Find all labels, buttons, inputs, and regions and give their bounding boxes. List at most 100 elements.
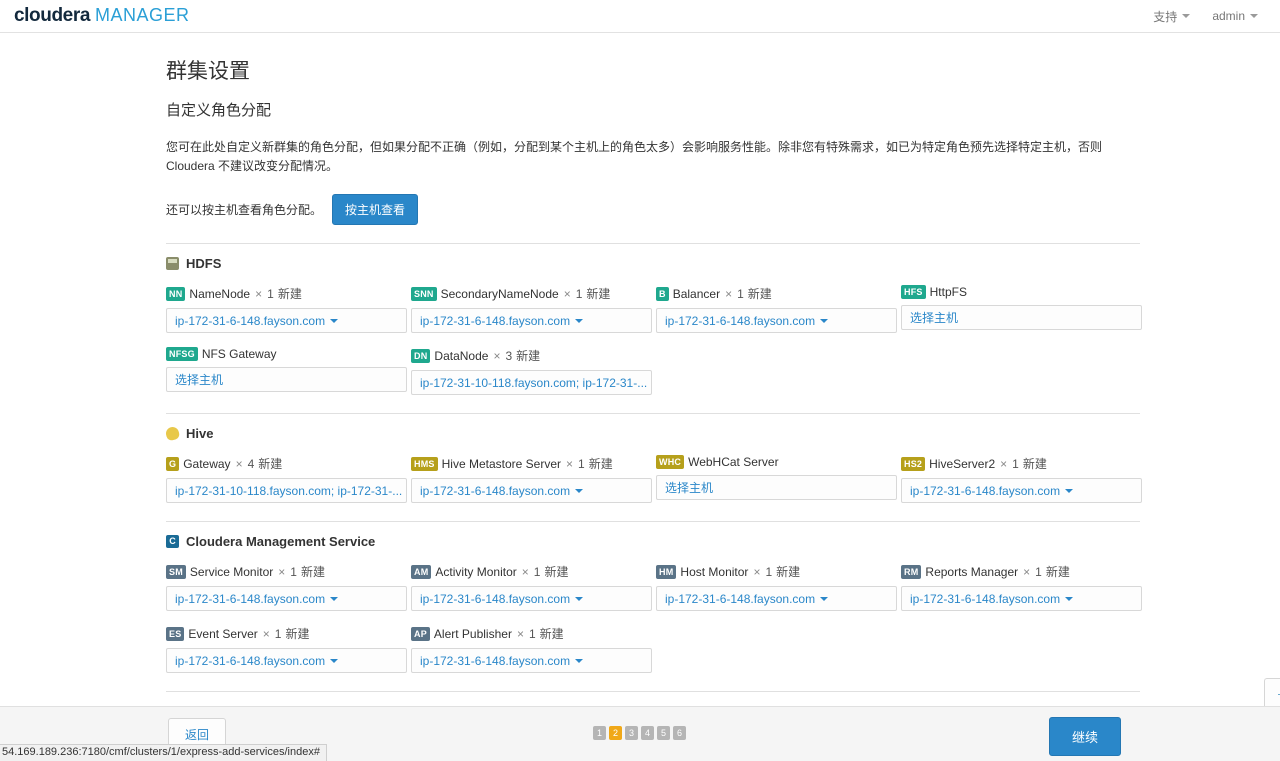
view-by-host-label: 还可以按主机查看角色分配。 (166, 203, 323, 217)
role-cell: GGateway × 4新建 ip-172-31-10-118.fayson.com;… (166, 455, 407, 517)
role-cell: HMS Hive Metastore Server × 1 新建 ip-172-31-6-… (411, 455, 652, 517)
role-label: B Balancer × 1 新建 (656, 285, 897, 302)
role-new-suffix: 新建 (1045, 565, 1070, 579)
support-menu[interactable]: 支持 (1153, 8, 1191, 25)
host-selector-value: ip-172-31-6-148.fayson.com (420, 591, 571, 606)
service-header: C Cloudera Management Service (166, 521, 1140, 549)
role-cell: HFS HttpFS 选择主机 (901, 285, 1142, 347)
role-label: DN DataNode × 3 新建 (411, 347, 652, 364)
role-abbr-badge: SM (166, 564, 186, 579)
role-count: 1 (737, 286, 744, 301)
host-selector[interactable]: ip-172-31-6-148.fayson.com (656, 308, 897, 333)
role-cell: NFSG NFS Gateway 选择主机 (166, 347, 407, 409)
role-abbr-badge: NFSG (166, 347, 198, 361)
pagination-step[interactable]: 1 (593, 726, 606, 740)
role-cell: AM Activity Monitor × 1 新建 ip-172-31-6-148.fa… (411, 563, 652, 625)
host-selector[interactable]: ip-172-31-6-148.fayson.com (166, 648, 407, 673)
chevron-down-icon (575, 488, 584, 493)
host-selector[interactable]: ip-172-31-6-148.fayson.com (901, 478, 1142, 503)
role-name: Balancer (672, 286, 721, 301)
host-selector-value: 选择主机 (175, 373, 224, 387)
role-count: 1 (274, 626, 282, 641)
service-block: HDFS NN NameNode × 1 新建 ip-172-31-6-148.fayson… (166, 243, 1142, 409)
user-menu[interactable]: admin (1212, 9, 1258, 23)
role-multiplier: × (725, 286, 733, 301)
host-selector-value: ip-172-31-6-148.fayson.com (175, 591, 326, 606)
role-abbr-badge: HS2 (901, 456, 926, 471)
role-cell: DN DataNode × 3 新建 ip-172-31-10-118.fayson.co… (411, 347, 652, 409)
continue-button[interactable]: 继续 (1049, 717, 1122, 756)
role-label: RM Reports Manager × 1 新建 (901, 563, 1142, 580)
role-count: 1 (575, 286, 583, 301)
host-selector[interactable]: 选择主机 (901, 305, 1142, 330)
role-new-suffix: 新建 (539, 627, 564, 641)
support-menu-label: 支持 (1153, 9, 1178, 24)
host-selector[interactable]: ip-172-31-6-148.fayson.com (656, 586, 897, 611)
pagination-step[interactable]: 5 (657, 726, 670, 740)
host-selector[interactable]: ip-172-31-6-148.fayson.com (411, 586, 652, 611)
host-selector[interactable]: ip-172-31-6-148.fayson.com (411, 648, 652, 673)
role-multiplier: × (493, 348, 501, 363)
role-new-suffix: 新建 (544, 565, 569, 579)
host-selector[interactable]: ip-172-31-6-148.fayson.com (166, 586, 407, 611)
role-assignment-grid: SM Service Monitor × 1 新建 ip-172-31-6-148.fay… (166, 563, 1142, 687)
role-label: ES Event Server × 1 新建 (166, 625, 407, 642)
role-abbr-badge: AP (411, 626, 430, 641)
services-container: HDFS NN NameNode × 1 新建 ip-172-31-6-148.fayson… (164, 243, 1142, 761)
role-multiplier: × (1023, 564, 1031, 579)
chevron-down-icon (330, 596, 339, 601)
role-name: Service Monitor (189, 564, 274, 579)
pagination-step[interactable]: 3 (625, 726, 638, 740)
host-selector[interactable]: ip-172-31-10-118.fayson.com; ip-172-31-.… (411, 370, 652, 395)
pagination-step[interactable]: 2 (609, 726, 622, 740)
cloudera-manager-logo[interactable]: cloudera MANAGER (14, 5, 190, 27)
chevron-down-icon (1065, 488, 1074, 493)
section-title: 自定义角色分配 (166, 102, 272, 119)
pagination-step[interactable]: 6 (673, 726, 686, 740)
status-bar-url: 54.169.189.236:7180/cmf/clusters/1/expre… (2, 746, 320, 758)
role-label: SM Service Monitor × 1 新建 (166, 563, 407, 580)
role-label: HFS HttpFS (901, 285, 1142, 299)
role-name: Alert Publisher (433, 626, 512, 641)
role-count: 1 (533, 564, 541, 579)
role-cell: ES Event Server × 1 新建 ip-172-31-6-148.fayson… (166, 625, 407, 687)
host-selector-value: ip-172-31-6-148.fayson.com (665, 591, 816, 606)
view-by-host-button[interactable]: 按主机查看 (332, 194, 419, 225)
role-abbr-badge: WHC (656, 455, 685, 469)
host-selector[interactable]: ip-172-31-6-148.fayson.com (411, 308, 652, 333)
role-multiplier: × (516, 626, 524, 641)
role-abbr-badge: DN (411, 348, 431, 363)
host-selector[interactable]: ip-172-31-10-118.fayson.com; ip-172-31-.… (166, 478, 407, 503)
pagination-step[interactable]: 4 (641, 726, 654, 740)
role-multiplier: × (255, 286, 263, 301)
role-multiplier: × (278, 564, 286, 579)
role-name: HttpFS (929, 285, 967, 299)
chevron-down-icon (330, 318, 339, 323)
host-selector-value: 选择主机 (665, 481, 714, 495)
role-new-suffix: 新建 (588, 457, 613, 471)
page-body: 群集设置 自定义角色分配 您可在此处自定义新群集的角色分配，但如果分配不正确（例… (0, 33, 1280, 761)
page-title: 群集设置 (166, 60, 250, 83)
role-name: Hive Metastore Server (441, 456, 561, 471)
chevron-down-icon (1250, 14, 1258, 18)
role-name: Reports Manager (925, 564, 1019, 579)
chevron-down-icon (575, 596, 584, 601)
role-abbr-badge: AM (411, 564, 432, 579)
role-count: 1 (528, 626, 536, 641)
host-selector[interactable]: ip-172-31-6-148.fayson.com (901, 586, 1142, 611)
hdfs-icon (166, 257, 179, 270)
role-cell: SNN SecondaryNameNode × 1 新建 ip-172-31-6-148.… (411, 285, 652, 347)
role-count: 1 (765, 564, 773, 579)
browser-status-bar: 54.169.189.236:7180/cmf/clusters/1/expre… (0, 744, 327, 761)
role-label: HM Host Monitor × 1 新建 (656, 563, 897, 580)
host-selector-value: ip-172-31-6-148.fayson.com (420, 483, 571, 498)
role-new-suffix: 新建 (277, 287, 302, 301)
role-abbr-badge: SNN (411, 286, 437, 301)
role-label: HMS Hive Metastore Server × 1 新建 (411, 455, 652, 472)
host-selector[interactable]: ip-172-31-6-148.fayson.com (411, 478, 652, 503)
role-cell: HS2 HiveServer2 × 1 新建 ip-172-31-6-148.fayson… (901, 455, 1142, 517)
host-selector[interactable]: 选择主机 (166, 367, 407, 392)
host-selector[interactable]: 选择主机 (656, 475, 897, 500)
host-selector[interactable]: ip-172-31-6-148.fayson.com (166, 308, 407, 333)
role-new-suffix: 新建 (285, 627, 310, 641)
